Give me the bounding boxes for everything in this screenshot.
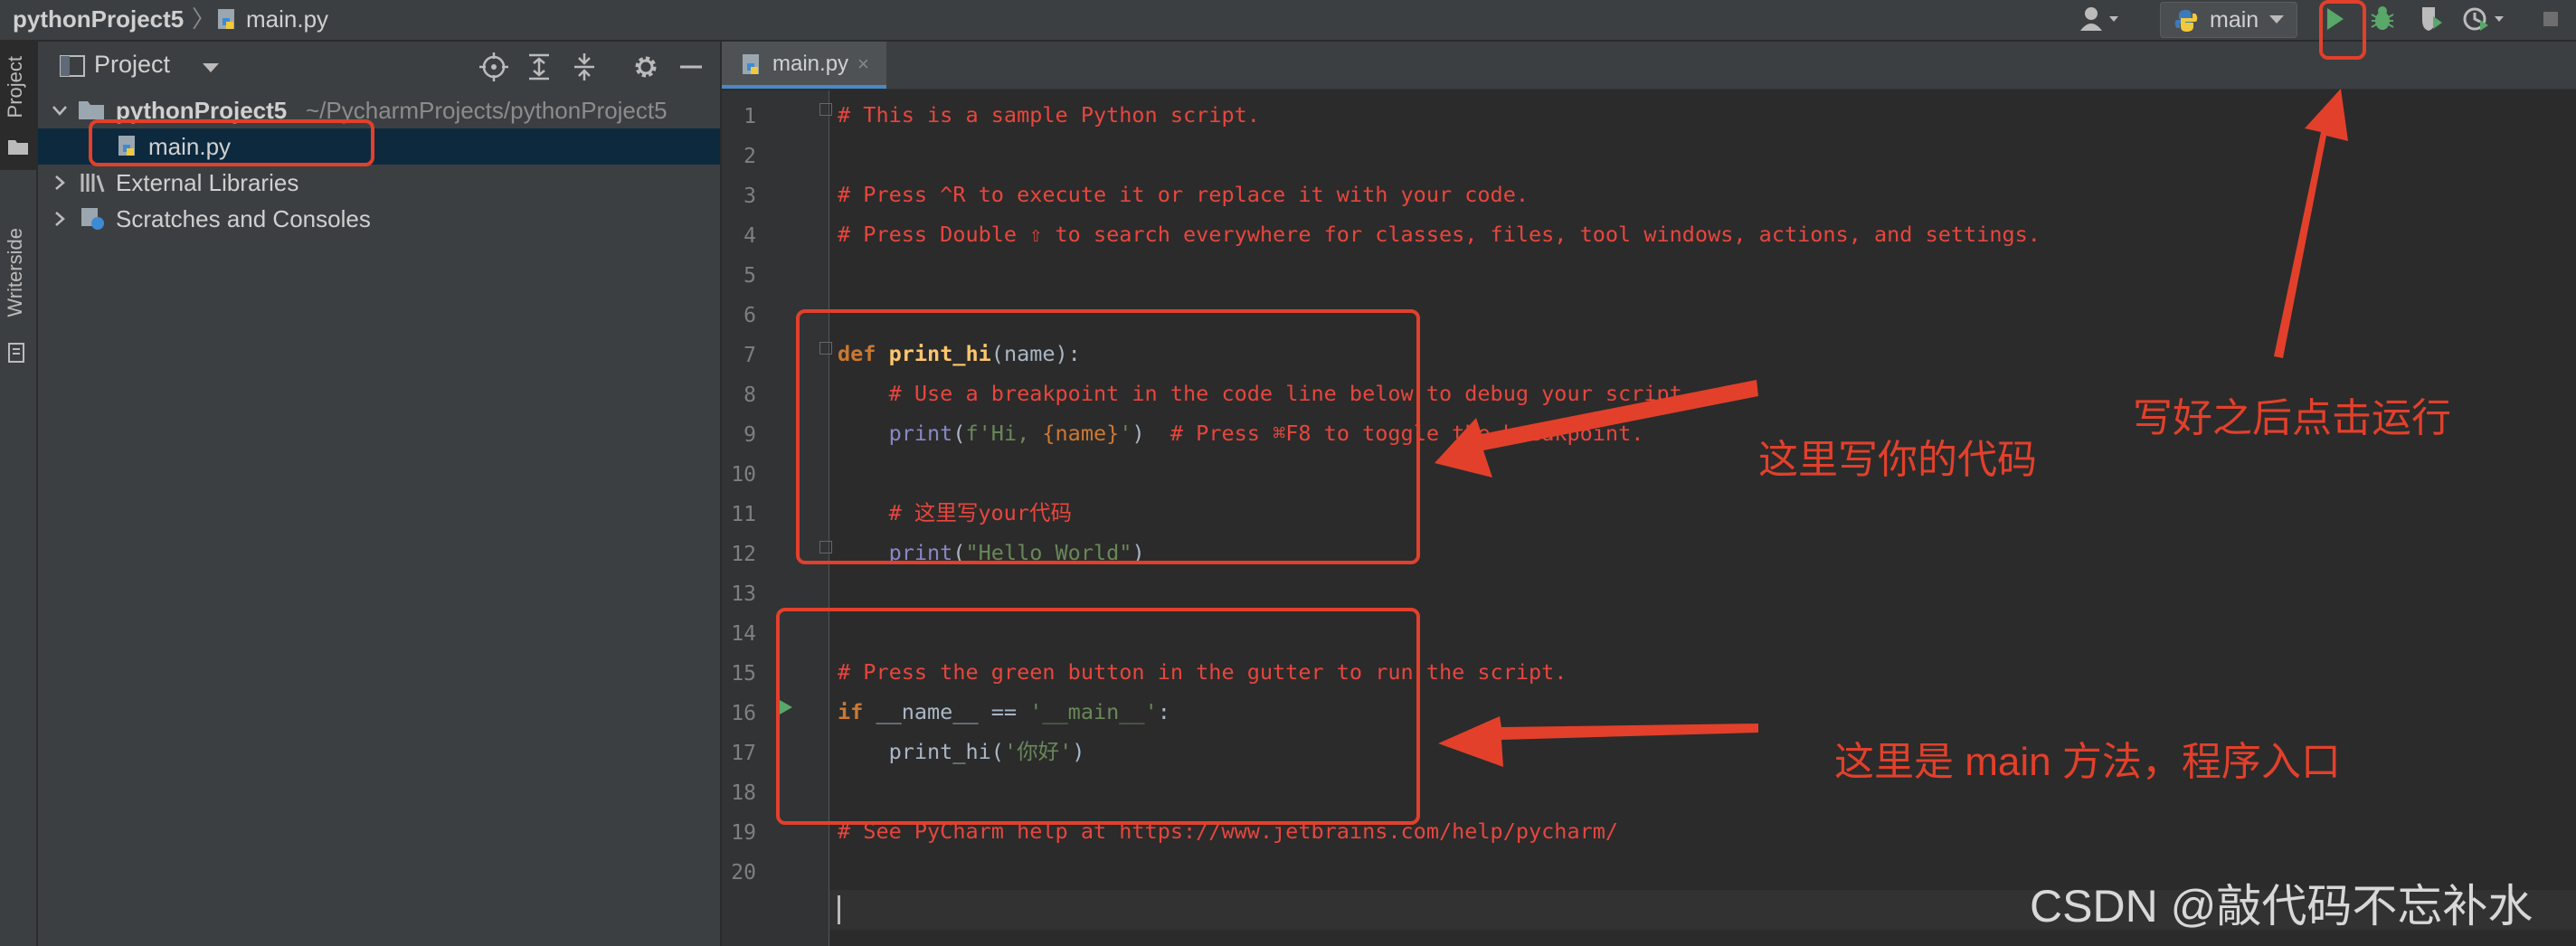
arrow-to-run-icon <box>2274 89 2348 358</box>
watermark: CSDN @敲代码不忘补水 <box>2030 881 2533 932</box>
arrow-to-main-icon <box>1438 716 1758 767</box>
arrow-to-code-icon <box>1435 380 1758 478</box>
annotation-run-after: 写好之后点击运行 <box>2133 396 2451 440</box>
annotation-arrows <box>1435 89 2348 767</box>
annotation-write-code: 这里写你的代码 <box>1758 438 2037 482</box>
annotation-main-entry: 这里是 main 方法，程序入口 <box>1834 740 2341 784</box>
